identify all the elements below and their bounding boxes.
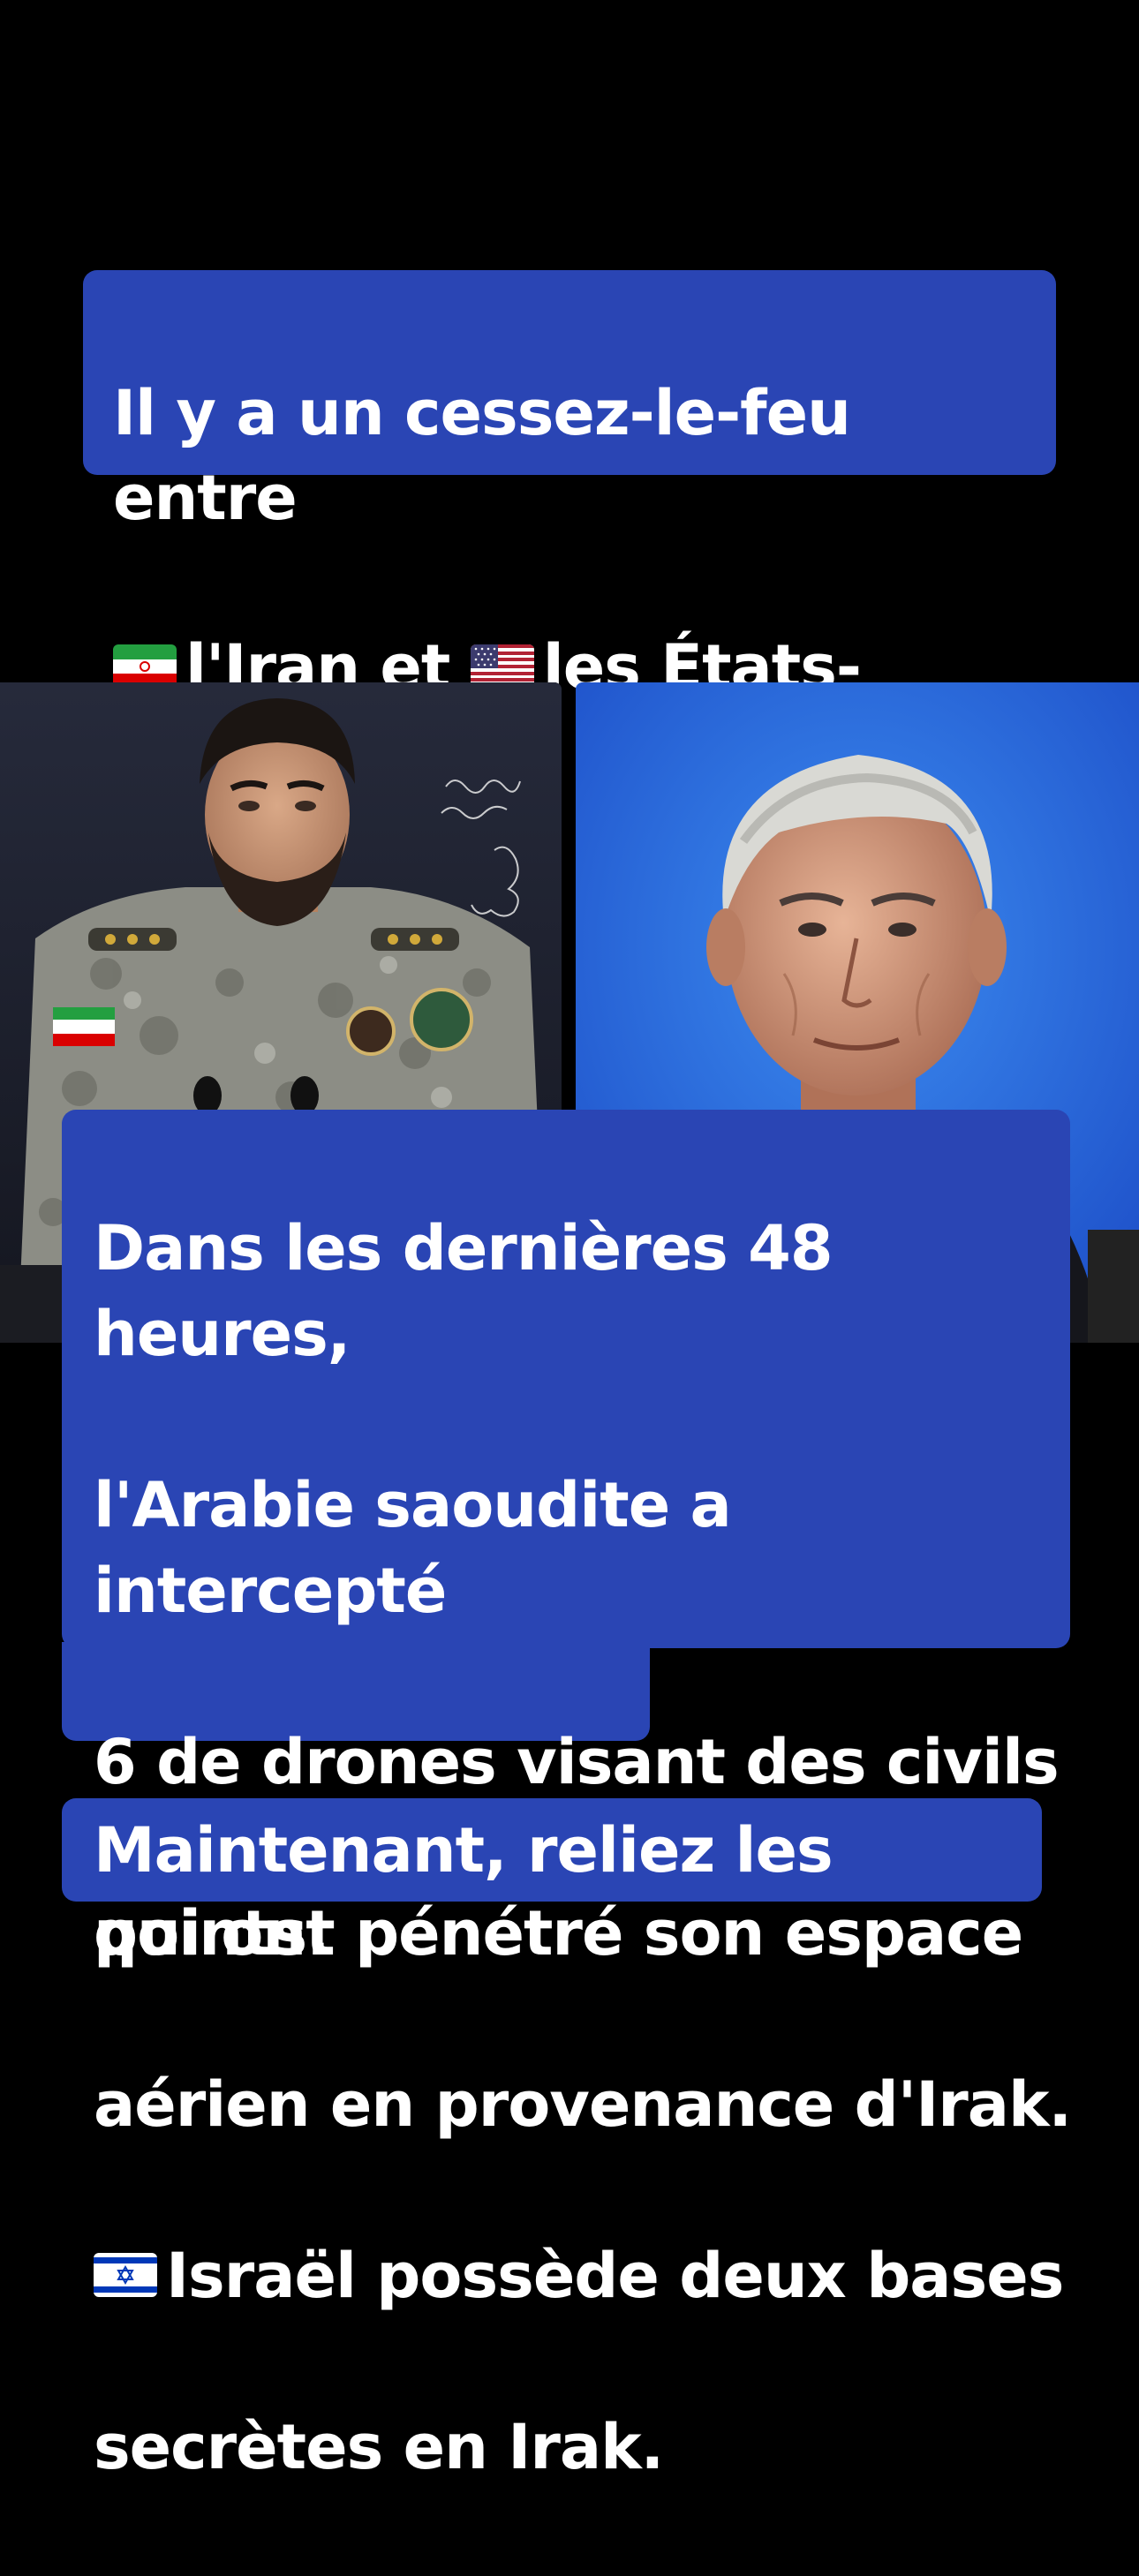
caption-top: Il y a un cessez-le-feu entre l'Iran et … (83, 270, 1056, 788)
caption-middle-line-6-text: Israël possède deux bases (166, 2240, 1064, 2312)
caption-middle-line-7: secrètes en Irak. (94, 2411, 664, 2483)
caption-middle-line-6: Israël possède deux bases (94, 2233, 1082, 2319)
caption-bottom: Maintenant, reliez les points. (62, 1798, 1042, 1970)
israel-flag-icon (94, 2252, 157, 2297)
caption-middle-line-3: 6 de drones visant des civils (94, 1726, 1060, 1798)
caption-middle-line-2: l'Arabie saoudite a intercepté (94, 1469, 732, 1627)
caption-middle-line-1: Dans les dernières 48 heures, (94, 1212, 834, 1370)
caption-bottom-text: Maintenant, reliez les points. (94, 1814, 834, 1970)
caption-top-line-1: Il y a un cessez-le-feu entre (113, 377, 851, 534)
caption-middle-line-5: aérien en provenance d'Irak. (94, 2068, 1072, 2141)
